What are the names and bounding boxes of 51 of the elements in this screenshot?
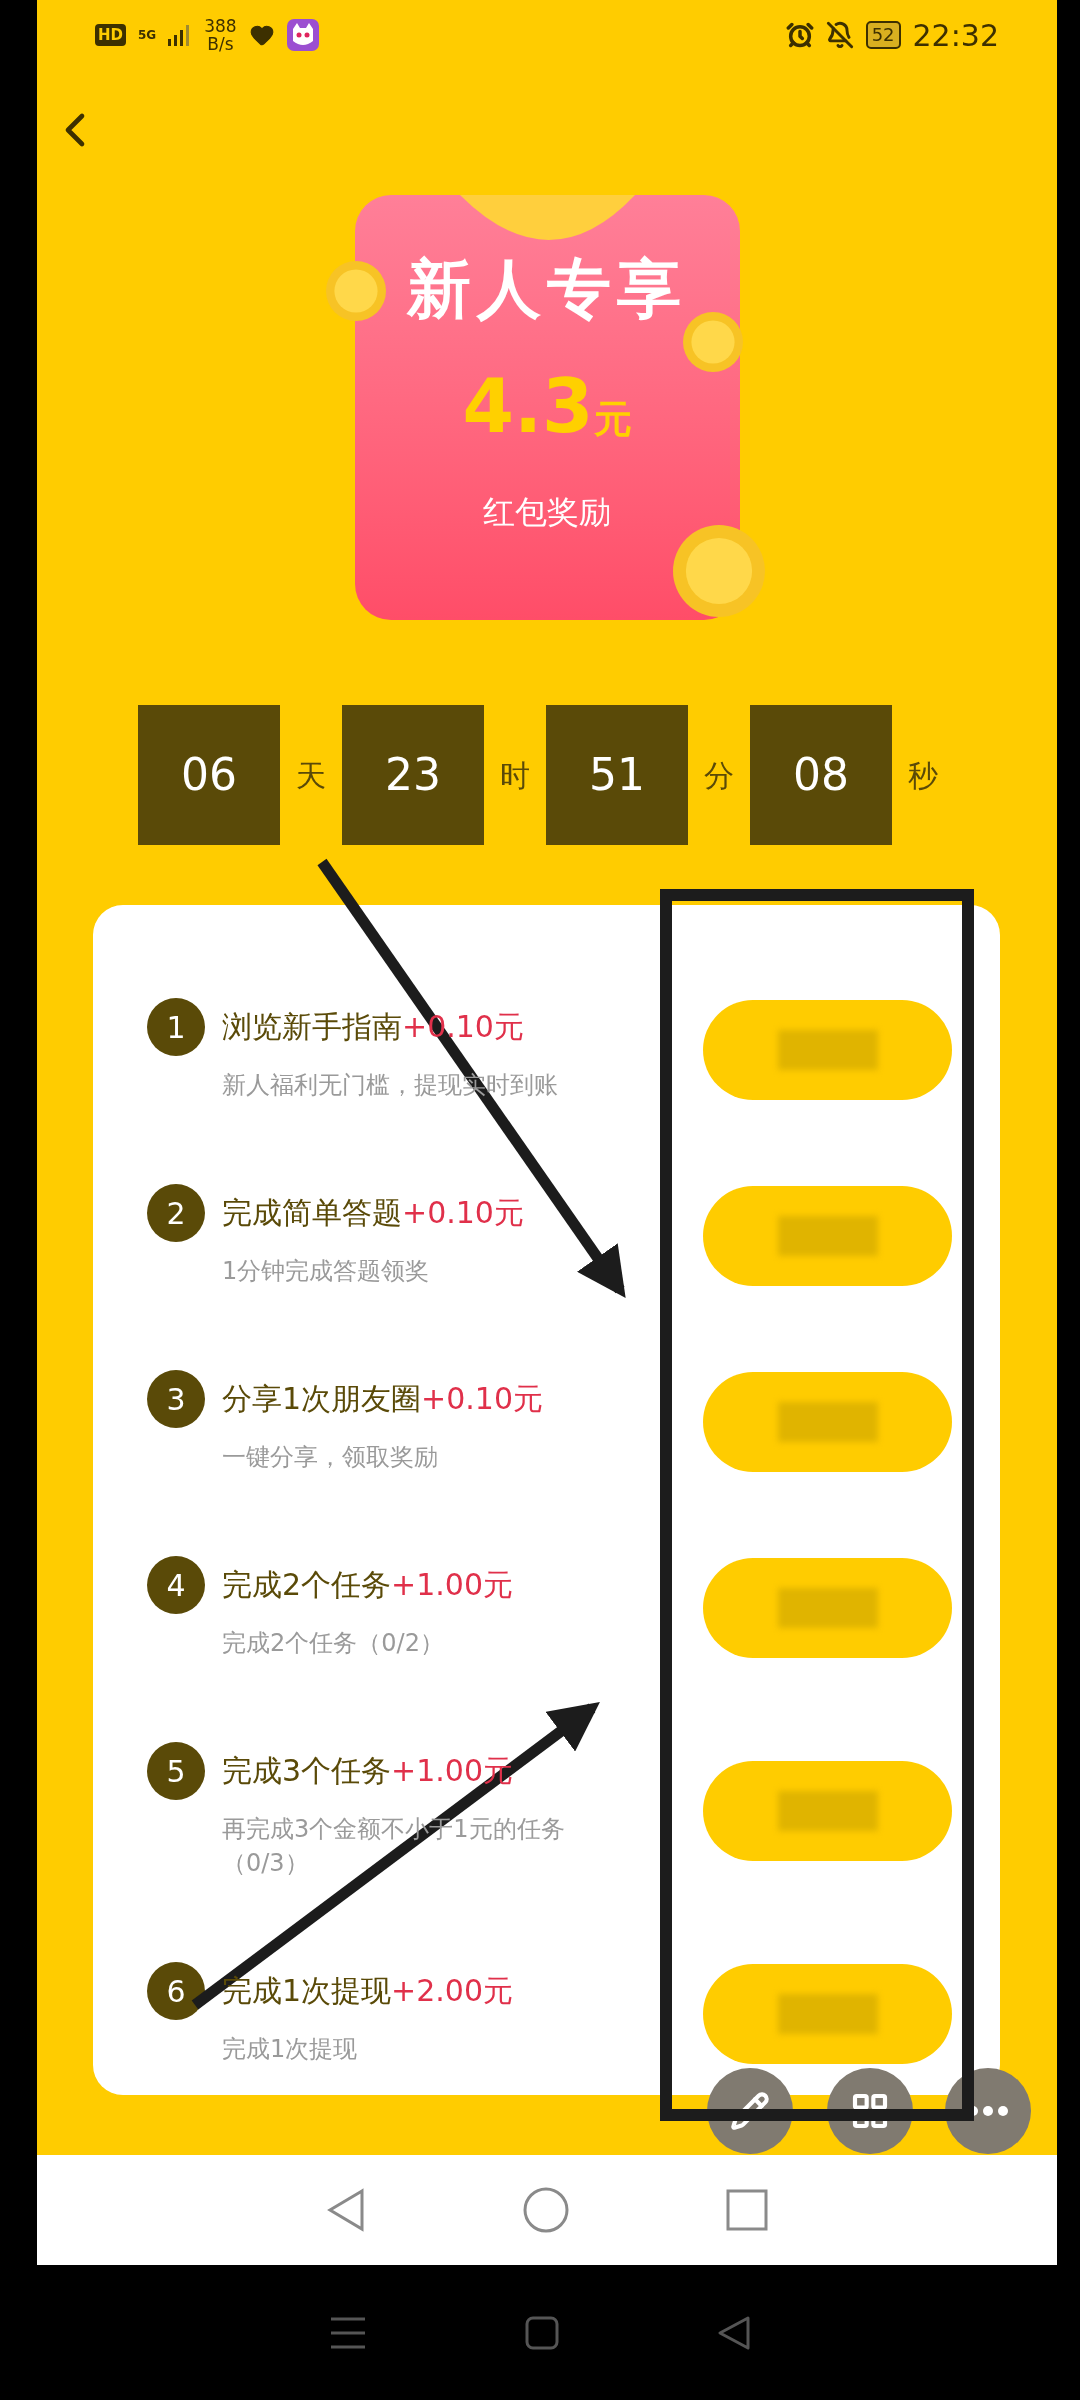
task-reward: +1.00元: [391, 1566, 514, 1604]
task-reward: +0.10元: [421, 1380, 544, 1418]
coin-drawing: [324, 260, 387, 322]
pencil-icon: [730, 2091, 770, 2131]
countdown-unit: 秒: [907, 756, 939, 795]
step-number: 6: [147, 1962, 205, 2020]
mute-icon: [825, 21, 854, 49]
clock-time: 22:32: [912, 16, 999, 55]
task-title: 完成简单答题: [222, 1194, 402, 1232]
speed-unit: B/s: [207, 35, 234, 53]
banner-title: 新人专享: [407, 257, 687, 321]
countdown-unit: 分: [703, 756, 735, 795]
countdown-digits: 06: [138, 705, 280, 845]
task-subtitle: 一键分享，领取奖励: [222, 1442, 439, 1473]
countdown-unit: 天: [295, 756, 327, 795]
menu-icon[interactable]: [329, 2315, 367, 2350]
step-number: 2: [147, 1184, 205, 1242]
step-number: 5: [147, 1742, 205, 1800]
task-reward: +0.10元: [402, 1194, 524, 1232]
step-number: 1: [147, 998, 205, 1056]
grid-icon: [850, 2091, 890, 2131]
back-nav-icon[interactable]: [717, 2314, 751, 2351]
countdown-digits: 23: [342, 705, 484, 845]
recents-nav-icon[interactable]: [726, 2189, 769, 2231]
coin-drawing: [681, 310, 744, 374]
banner-caption: 红包奖励: [483, 492, 611, 533]
task-subtitle: 完成1次提现: [222, 2034, 359, 2065]
task-title: 完成1次提现: [222, 1972, 392, 2010]
step-number: 4: [147, 1556, 205, 1614]
cat-app-icon: [286, 19, 319, 51]
network-type: 5G: [138, 29, 157, 41]
speed-value: 388: [204, 17, 237, 35]
reward-amount: 4.3: [462, 369, 594, 443]
step-number: 3: [147, 1370, 205, 1428]
hd-badge: HD: [95, 24, 126, 46]
task-subtitle: 完成2个任务（0/2）: [222, 1628, 445, 1659]
task-title: 完成2个任务: [222, 1566, 392, 1604]
countdown-digits: 51: [546, 705, 688, 845]
alarm-icon: [785, 21, 814, 49]
battery-indicator: 52: [865, 21, 901, 49]
home-nav-icon[interactable]: [525, 2315, 559, 2350]
countdown-digits: 08: [750, 705, 892, 845]
task-title: 分享1次朋友圈: [222, 1380, 422, 1418]
reward-unit: 元: [593, 396, 632, 443]
task-title: 完成3个任务: [222, 1752, 392, 1790]
back-nav-icon[interactable]: [325, 2188, 366, 2232]
task-subtitle: 1分钟完成答题领奖: [222, 1256, 431, 1287]
task-title: 浏览新手指南: [222, 1008, 402, 1046]
countdown-unit: 时: [499, 756, 531, 795]
task-reward: +2.00元: [391, 1972, 514, 2010]
home-nav-icon[interactable]: [523, 2187, 569, 2233]
